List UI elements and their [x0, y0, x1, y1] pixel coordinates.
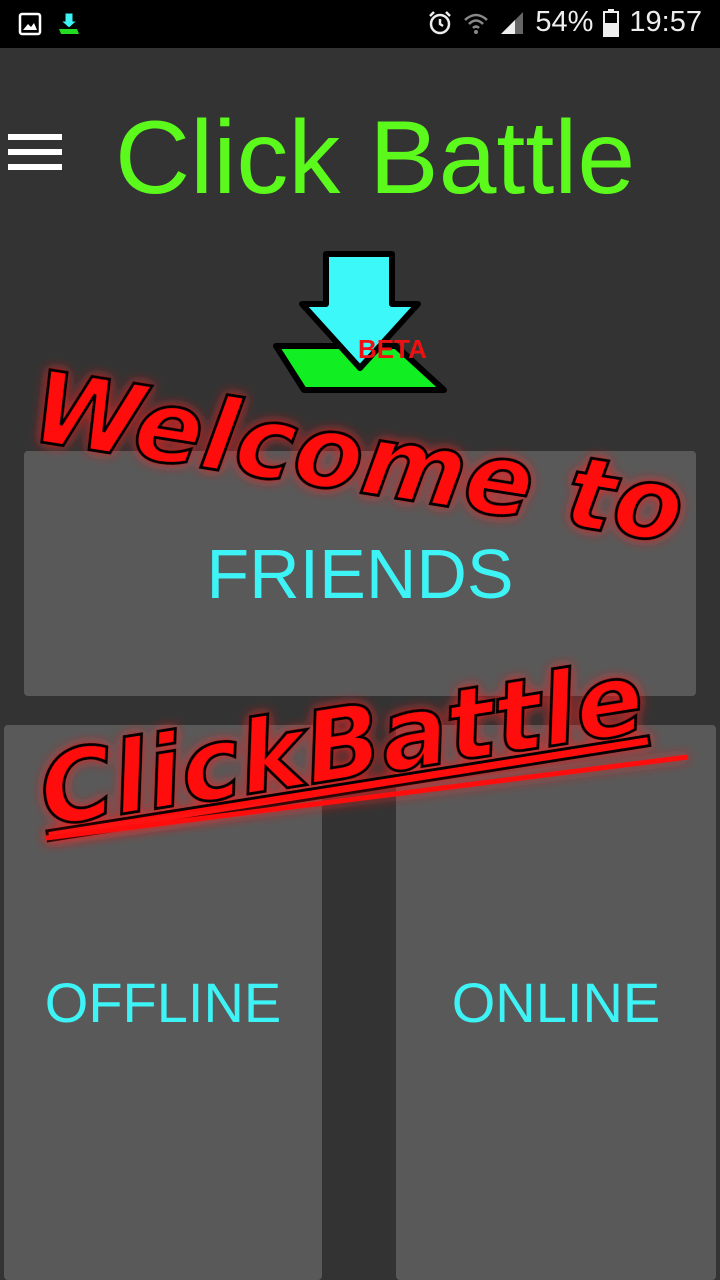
notification-icons	[18, 11, 82, 37]
offline-label: OFFLINE	[44, 971, 282, 1034]
battery-percent: 54%	[535, 6, 594, 38]
system-status: 54% 19:57	[427, 6, 702, 39]
app-main: Click Battle BETA FRIENDS OFFLINE ONLINE	[0, 48, 720, 1280]
download-notification-icon	[59, 12, 79, 34]
wifi-icon	[464, 13, 489, 34]
app-logo-download-icon: BETA	[273, 251, 447, 393]
status-bar: 54% 19:57	[0, 0, 720, 48]
online-label: ONLINE	[451, 971, 661, 1034]
battery-icon	[603, 8, 620, 37]
app-title: Click Battle	[115, 100, 636, 216]
friends-button[interactable]: FRIENDS	[24, 451, 696, 696]
signal-icon	[501, 11, 524, 34]
friends-label: FRIENDS	[206, 534, 514, 613]
hamburger-menu-icon[interactable]	[8, 134, 64, 174]
online-button[interactable]: ONLINE	[396, 725, 716, 1280]
clock: 19:57	[629, 6, 702, 38]
beta-badge: BETA	[358, 334, 427, 364]
alarm-icon	[429, 10, 452, 34]
offline-button[interactable]: OFFLINE	[4, 725, 322, 1280]
image-notification-icon	[18, 12, 42, 36]
